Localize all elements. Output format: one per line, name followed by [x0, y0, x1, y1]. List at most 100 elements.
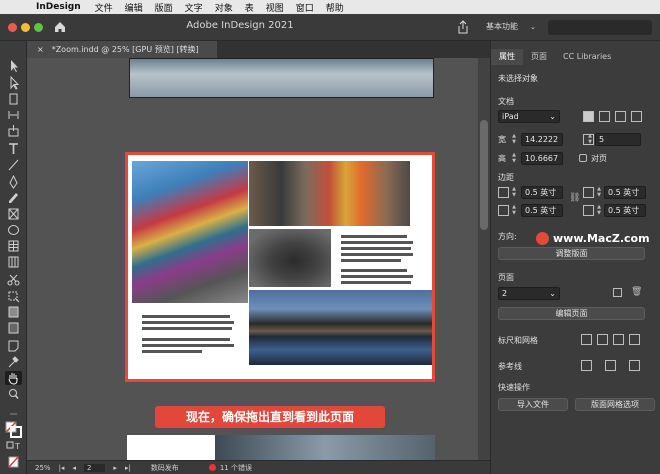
gap-tool-icon[interactable] — [5, 108, 22, 122]
height-field[interactable]: 10.6667 — [521, 152, 563, 165]
margin-bottom-field[interactable]: 0.5 英寸 — [521, 204, 563, 217]
width-field[interactable]: 14.2222 — [521, 133, 563, 146]
menu-window[interactable]: 窗口 — [296, 1, 314, 14]
first-page-icon[interactable]: |◂ — [59, 464, 65, 472]
add-page-icon[interactable] — [613, 288, 622, 297]
note-tool-icon[interactable] — [5, 339, 22, 353]
document-tab[interactable]: × *Zoom.indd @ 25% [GPU 预览] [转换] — [27, 41, 217, 58]
prev-page-icon[interactable]: ◂ — [72, 464, 76, 472]
vertical-scrollbar[interactable] — [478, 58, 490, 460]
menu-type[interactable]: 文字 — [185, 1, 203, 14]
zoom-level[interactable]: 25% — [35, 464, 51, 472]
margin-inside-stepper-icon[interactable]: ▲ ▼ — [596, 186, 602, 198]
selection-tool-icon[interactable] — [5, 59, 22, 73]
share-icon[interactable] — [457, 20, 469, 34]
properties-panel: 属性 页面 CC Libraries 未选择对象 文档 iPad ⌄ 宽 ▲ ▼ … — [490, 41, 660, 474]
menu-table[interactable]: 表 — [245, 1, 254, 14]
menu-object[interactable]: 对象 — [215, 1, 233, 14]
edit-page-button[interactable]: 编辑页面 — [498, 307, 645, 320]
yak-photo[interactable] — [249, 229, 331, 287]
swap-fill-stroke-icon[interactable] — [5, 407, 22, 421]
margin-outside-icon — [583, 205, 594, 216]
preflight-errors[interactable]: 11 个错误 — [220, 463, 252, 473]
menu-help[interactable]: 帮助 — [326, 1, 344, 14]
table-tool-icon[interactable] — [5, 239, 22, 253]
margin-bottom-stepper-icon[interactable]: ▲ ▼ — [511, 204, 517, 216]
workspace-switcher[interactable]: 基本功能 — [486, 21, 518, 32]
height-stepper-icon[interactable]: ▲ ▼ — [511, 152, 517, 164]
import-file-button[interactable]: 导入文件 — [498, 398, 568, 411]
document-preset-select[interactable]: iPad ⌄ — [498, 110, 560, 123]
menu-edit[interactable]: 编辑 — [125, 1, 143, 14]
fill-stroke-swatch-icon[interactable] — [5, 421, 22, 438]
type-tool-icon[interactable] — [5, 142, 22, 156]
lock-guides-icon[interactable] — [605, 360, 616, 371]
page-number-field[interactable]: 2 — [83, 463, 106, 472]
width-label: 宽 — [498, 135, 506, 144]
search-field[interactable] — [548, 20, 652, 35]
tab-properties[interactable]: 属性 — [491, 49, 523, 65]
pages-stepper-icon[interactable]: ▲ ▼ — [587, 133, 593, 145]
delete-page-icon[interactable]: 🗑 — [631, 287, 642, 297]
menu-file[interactable]: 文件 — [95, 1, 113, 14]
apply-none-icon[interactable] — [5, 455, 22, 469]
smart-guides-icon[interactable] — [629, 360, 640, 371]
margin-inside-field[interactable]: 0.5 英寸 — [604, 186, 646, 199]
baseline-grid-icon[interactable] — [597, 334, 608, 345]
margin-top-stepper-icon[interactable]: ▲ ▼ — [511, 186, 517, 198]
market-photo[interactable] — [249, 161, 410, 226]
portrait-orientation-icon[interactable] — [583, 111, 594, 122]
ruler-icon[interactable] — [581, 334, 592, 345]
pen-tool-icon[interactable] — [5, 175, 22, 189]
rectangle-frame-tool-icon[interactable] — [5, 207, 22, 221]
scissors-tool-icon[interactable] — [5, 273, 22, 287]
grid-tool-icon[interactable] — [5, 255, 22, 269]
last-page-icon[interactable]: ▸| — [125, 464, 131, 472]
next-page-icon[interactable]: ▸ — [113, 464, 117, 472]
facing-pages-icon[interactable] — [631, 111, 642, 122]
direct-selection-tool-icon[interactable] — [5, 76, 22, 90]
apply-color-icon[interactable]: T — [5, 439, 22, 453]
show-guides-icon[interactable] — [581, 360, 592, 371]
page-size-icon[interactable] — [615, 111, 626, 122]
content-collector-icon[interactable] — [5, 124, 22, 138]
page-select[interactable]: 2 ⌄ — [498, 287, 560, 300]
chevron-down-icon[interactable]: ⌄ — [530, 23, 536, 31]
ellipse-tool-icon[interactable] — [5, 223, 22, 237]
mountain-lake-photo[interactable] — [249, 290, 432, 365]
close-icon[interactable]: × — [37, 45, 44, 54]
page-spread[interactable] — [125, 152, 435, 382]
window-titlebar: Adobe InDesign 2021 基本功能 ⌄ — [0, 14, 660, 41]
free-transform-tool-icon[interactable] — [5, 289, 22, 303]
facing-pages-checkbox[interactable] — [579, 154, 587, 162]
margin-outside-stepper-icon[interactable]: ▲ ▼ — [596, 204, 602, 216]
width-stepper-icon[interactable]: ▲ ▼ — [511, 133, 517, 145]
menu-view[interactable]: 视图 — [266, 1, 284, 14]
line-tool-icon[interactable] — [5, 158, 22, 172]
link-margins-icon[interactable]: ⛓ — [569, 193, 580, 203]
layout-grid-icon[interactable] — [629, 334, 640, 345]
app-menu[interactable]: InDesign — [36, 2, 81, 12]
scrollbar-thumb[interactable] — [480, 120, 488, 230]
page-tool-icon[interactable] — [5, 92, 22, 106]
eyedropper-tool-icon[interactable] — [5, 355, 22, 369]
margin-outside-field[interactable]: 0.5 英寸 — [604, 204, 646, 217]
gradient-feather-tool-icon[interactable] — [5, 321, 22, 335]
document-canvas[interactable]: 现在，确保拖出直到看到此页面 — [27, 58, 478, 460]
gradient-swatch-tool-icon[interactable] — [5, 305, 22, 319]
layout-grid-options-button[interactable]: 版面网格选项 — [575, 398, 655, 411]
document-grid-icon[interactable] — [613, 334, 624, 345]
hand-tool-icon[interactable] — [5, 371, 22, 385]
rickshaw-photo[interactable] — [132, 161, 248, 303]
tab-pages[interactable]: 页面 — [523, 49, 555, 65]
margin-inside-icon — [583, 187, 594, 198]
preflight-profile[interactable]: 数码发布 — [151, 463, 179, 473]
pages-count-field[interactable]: 5 — [595, 133, 641, 146]
zoom-tool-icon[interactable] — [5, 387, 22, 401]
menu-layout[interactable]: 版面 — [155, 1, 173, 14]
margin-top-field[interactable]: 0.5 英寸 — [521, 186, 563, 199]
pencil-tool-icon[interactable] — [5, 191, 22, 205]
tab-cc-libraries[interactable]: CC Libraries — [555, 49, 619, 65]
landscape-orientation-icon[interactable] — [599, 111, 610, 122]
adjust-layout-button[interactable]: 调整版面 — [498, 247, 645, 260]
